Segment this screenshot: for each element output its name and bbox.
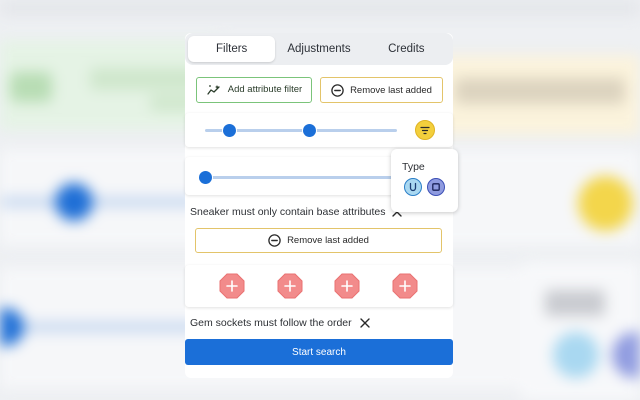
type-popover-title: Type [402,161,425,173]
tab-bar: Filters Adjustments Credits [185,33,453,65]
tab-credits[interactable]: Credits [363,36,450,62]
add-socket-2-button[interactable] [277,273,303,299]
minus-circle-icon [268,234,281,247]
remove-last-added-button[interactable]: Remove last added [320,77,443,103]
sparkle-chart-icon [207,85,220,95]
tab-adjustments[interactable]: Adjustments [275,36,362,62]
add-socket-4-button[interactable] [392,273,418,299]
range-filter-row [185,113,453,147]
add-attribute-filter-label: Add attribute filter [227,84,303,95]
minus-circle-icon [331,83,344,97]
add-attribute-filter-button[interactable]: Add attribute filter [196,77,312,103]
type-rare-option[interactable] [427,178,445,196]
filter-options-button[interactable] [415,120,435,140]
tab-filters[interactable]: Filters [188,36,276,62]
add-socket-3-button[interactable] [334,273,360,299]
add-socket-1-button[interactable] [219,273,245,299]
remove-last-added-rule-label: Remove last added [287,235,369,246]
start-search-button[interactable]: Start search [185,339,453,365]
gem-sockets-rule: Gem sockets must follow the order [190,317,352,329]
range-slider-max-handle[interactable] [303,124,316,137]
range-slider-min-handle[interactable] [223,124,236,137]
slider-handle[interactable] [199,171,212,184]
close-icon[interactable] [358,316,372,330]
remove-last-added-label: Remove last added [350,84,432,96]
remove-last-added-rule-button[interactable]: Remove last added [195,228,442,253]
letter-u-icon [409,182,417,192]
square-icon [432,183,440,191]
type-uncommon-option[interactable] [404,178,422,196]
filter-lines-icon [420,126,430,134]
type-popover: Type [391,149,458,212]
base-attributes-rule: Sneaker must only contain base attribute… [190,206,386,218]
gem-sockets-row [185,265,453,307]
